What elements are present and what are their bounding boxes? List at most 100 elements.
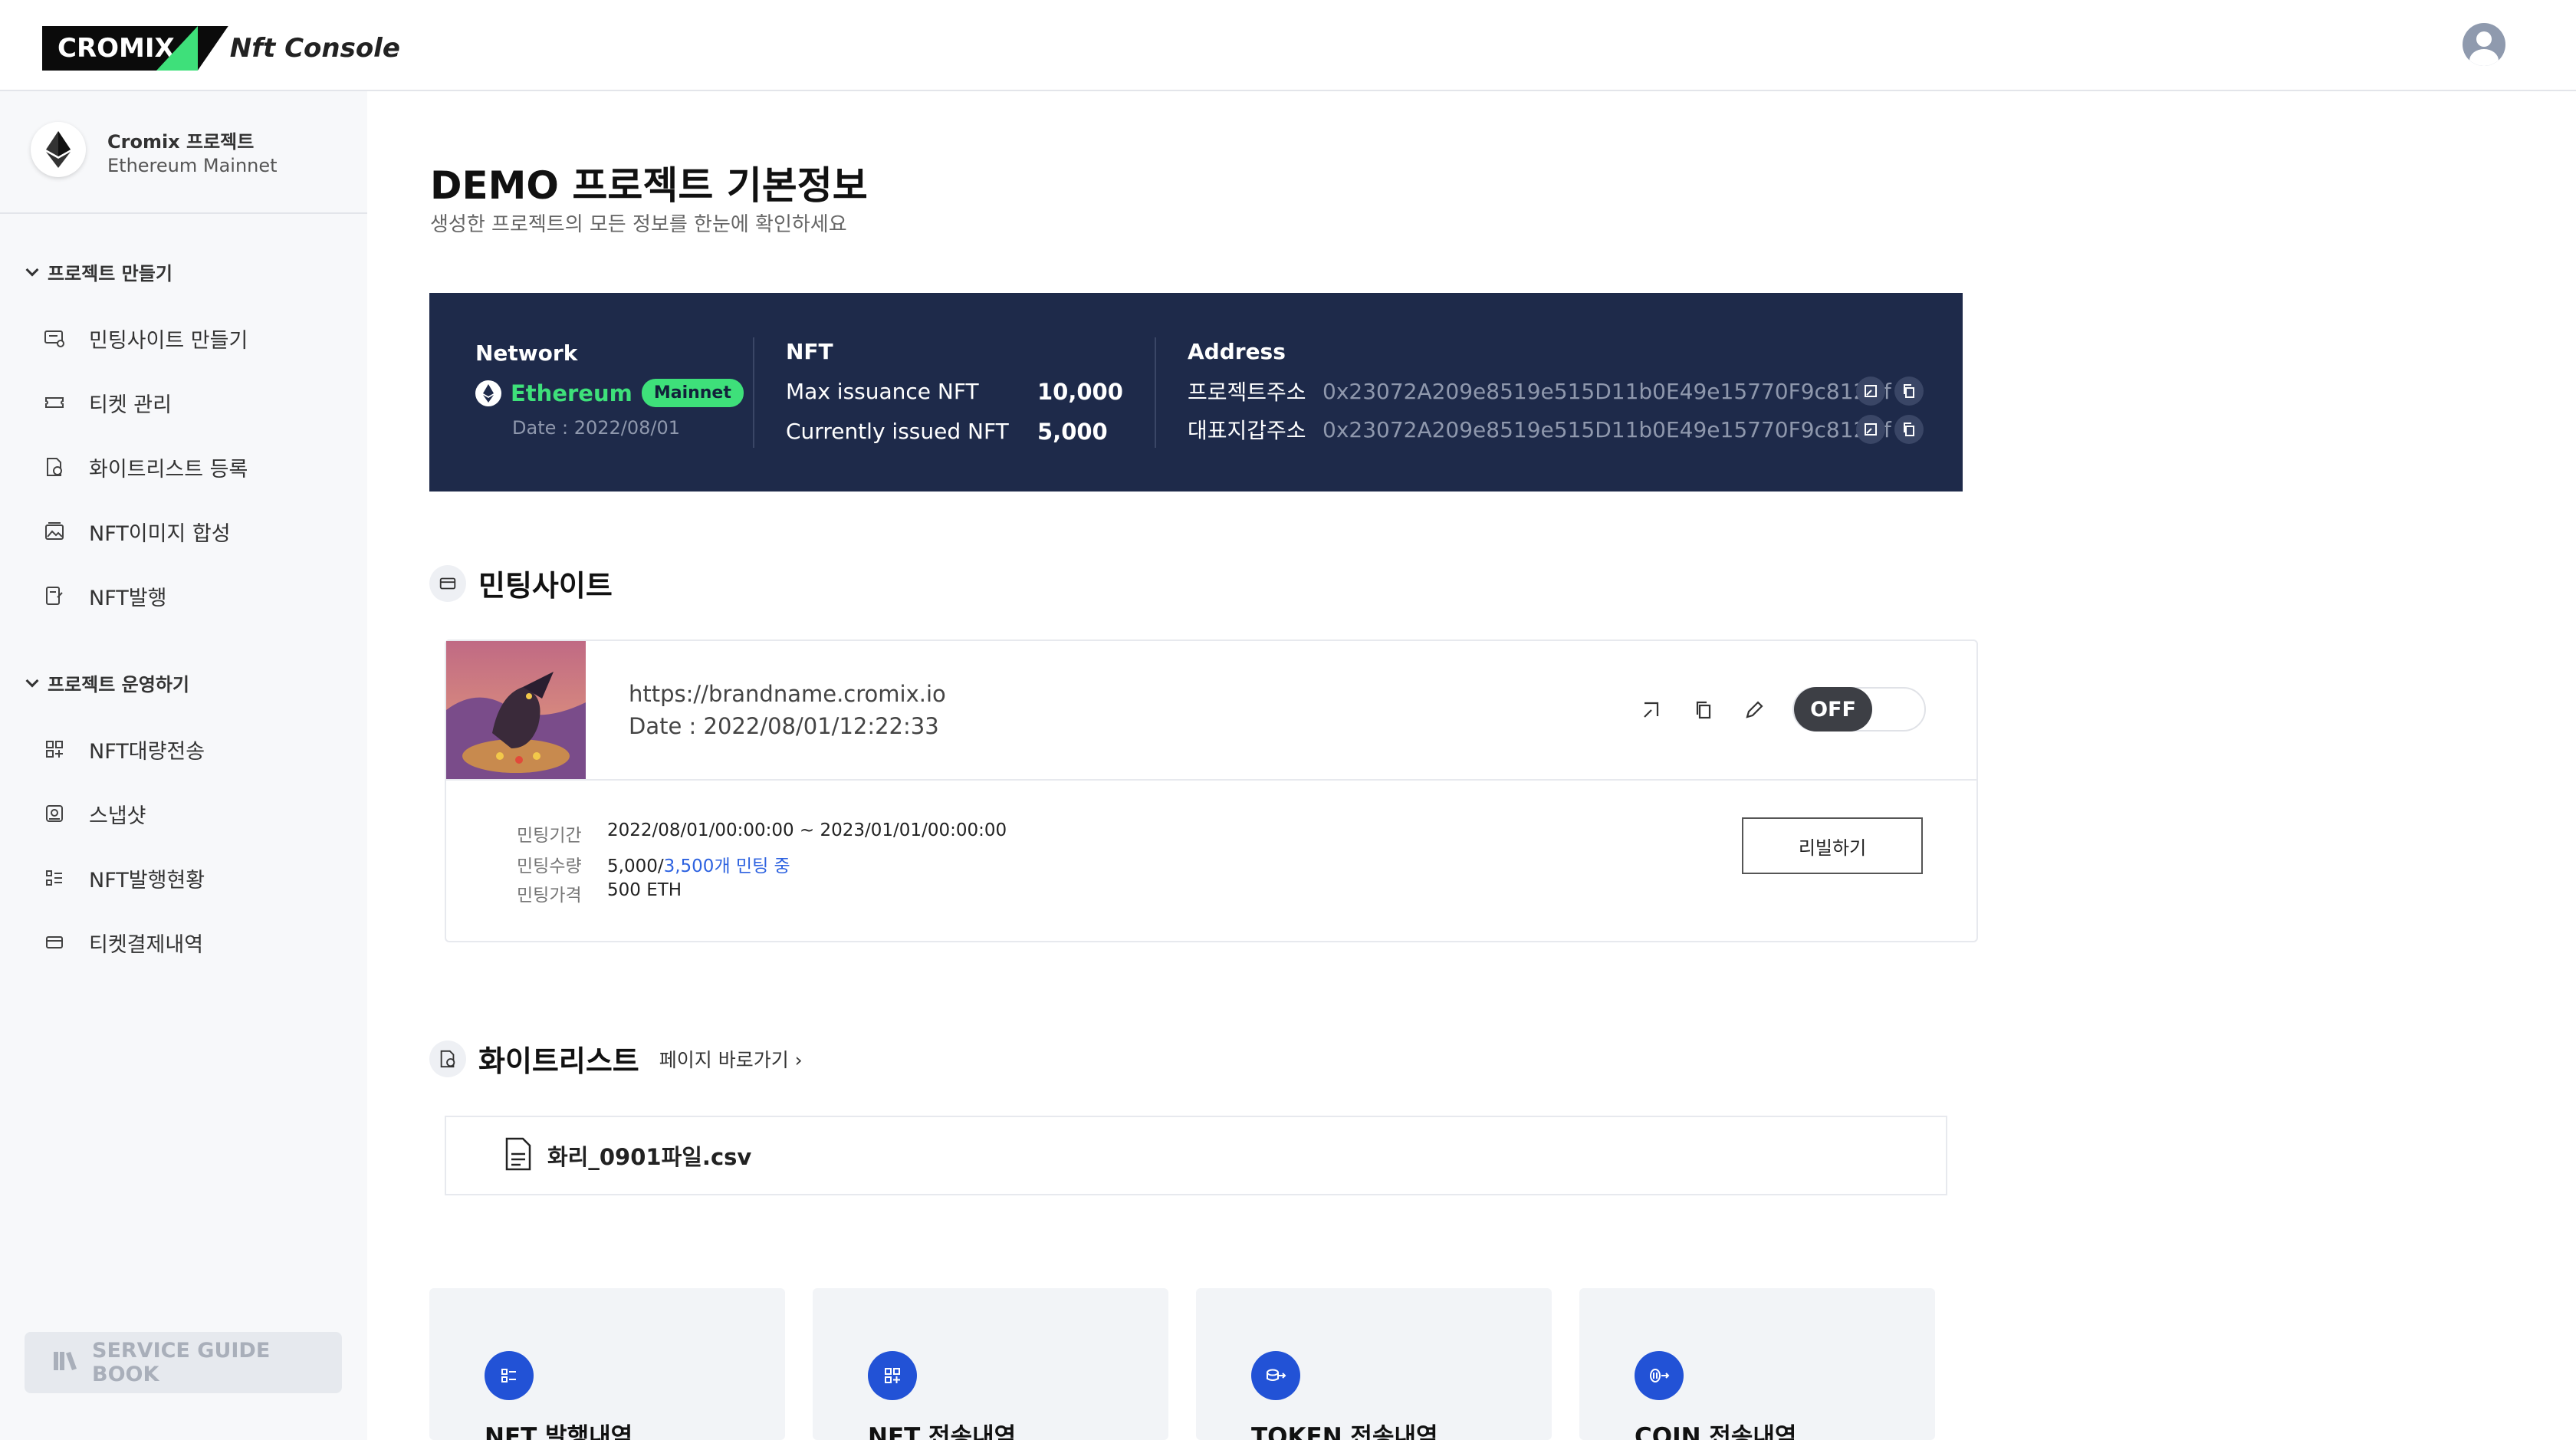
copy-icon xyxy=(1904,422,1914,436)
external-link-icon xyxy=(1865,423,1877,436)
sidebar-item-mint-site[interactable]: 민팅사이트 만들기 xyxy=(43,323,248,353)
whitelist-link-label: 페이지 바로가기 xyxy=(659,1048,789,1071)
app-root: CROMIX Nft Console Cromix 프로젝트 Ethereum … xyxy=(0,0,2576,1440)
tile-coin-transfer-history[interactable]: COIN 전송내역 xyxy=(1579,1288,1935,1440)
mint-price-value: 500 ETH xyxy=(607,880,682,900)
network-date: Date : 2022/08/01 xyxy=(512,417,681,439)
sidebar-item-snapshot[interactable]: 스냅샷 xyxy=(43,798,146,829)
project-selector[interactable]: Cromix 프로젝트 Ethereum Mainnet xyxy=(0,91,367,214)
copy-button[interactable] xyxy=(1894,376,1924,406)
sidebar-item-label: 티켓결제내역 xyxy=(89,932,204,957)
group-label: 프로젝트 만들기 xyxy=(48,263,172,284)
project-info-panel: Network Ethereum Mainnet Date : 2022/08/… xyxy=(429,293,1963,492)
sidebar-item-bulk-transfer[interactable]: NFT대량전송 xyxy=(43,734,205,764)
group-run-project[interactable]: 프로젝트 운영하기 xyxy=(25,669,189,696)
coin-transfer-icon xyxy=(1635,1351,1684,1400)
whitelist-file-name: 화리_0901파일.csv xyxy=(547,1144,752,1170)
max-issuance-value: 10,000 xyxy=(1037,379,1123,405)
whitelist-icon xyxy=(429,1040,466,1077)
sidebar-item-label: NFT대량전송 xyxy=(89,739,205,764)
user-avatar-button[interactable] xyxy=(2463,23,2505,66)
ethereum-logo-icon xyxy=(46,131,71,168)
external-link-icon xyxy=(1865,385,1877,397)
wallet-address-value: 0x23072A209e8519e515D11b0E49e15770F9c812… xyxy=(1322,416,1891,442)
minting-section-header: 민팅사이트 xyxy=(429,562,613,604)
max-issuance-label: Max issuance NFT xyxy=(786,379,979,404)
sidebar-item-label: 민팅사이트 만들기 xyxy=(89,328,248,353)
list-icon xyxy=(485,1351,534,1400)
whitelist-page-link[interactable]: 페이지 바로가기 › xyxy=(659,1045,803,1073)
project-name: Cromix 프로젝트 xyxy=(107,131,255,153)
sidebar-item-label: NFT발행 xyxy=(89,586,167,610)
edit-pencil-icon[interactable] xyxy=(1740,696,1768,724)
nft-thumbnail xyxy=(446,641,586,779)
address-label: Address xyxy=(1188,339,1286,364)
copy-button[interactable] xyxy=(1894,415,1924,444)
tile-label: COIN 전송내역 xyxy=(1635,1423,1797,1440)
ethereum-icon xyxy=(475,380,501,406)
sidebar-item-nft-issue[interactable]: NFT발행 xyxy=(43,580,166,611)
service-guide-label: SERVICE GUIDE BOOK xyxy=(92,1339,271,1386)
divider xyxy=(1155,337,1156,448)
mint-period-label: 민팅기간 xyxy=(517,826,582,846)
mint-period-value: 2022/08/01/00:00:00 ~ 2023/01/01/00:00:0… xyxy=(607,820,1007,840)
sidebar-item-issue-status[interactable]: NFT발행현황 xyxy=(43,863,205,893)
network-badge: Mainnet xyxy=(641,379,744,407)
minting-site-summary: https://brandname.cromix.io Date : 2022/… xyxy=(446,641,1976,781)
whitelist-file[interactable]: 화리_0901파일.csv xyxy=(445,1116,1947,1195)
logo[interactable]: CROMIX Nft Console xyxy=(42,26,400,71)
page-subtitle: 생성한 프로젝트의 모든 정보를 한눈에 확인하세요 xyxy=(430,213,847,236)
bulk-transfer-icon xyxy=(43,738,66,761)
sidebar-item-image-compose[interactable]: NFT이미지 합성 xyxy=(43,516,231,547)
sidebar-item-ticket[interactable]: 티켓 관리 xyxy=(43,387,172,418)
issue-status-icon xyxy=(43,866,66,889)
mint-count-label: 민팅수량 xyxy=(517,856,582,876)
grid-plus-icon xyxy=(868,1351,917,1400)
open-link-button[interactable] xyxy=(1856,415,1885,444)
top-header: CROMIX Nft Console xyxy=(0,0,2576,91)
tile-label: NFT 발행내역 xyxy=(485,1423,633,1440)
sidebar-item-payment[interactable]: 티켓결제내역 xyxy=(43,927,203,958)
image-compose-icon xyxy=(43,520,66,543)
copy-icon[interactable] xyxy=(1690,696,1717,724)
sidebar-item-label: 티켓 관리 xyxy=(89,393,172,417)
mint-count-value: 5,000/3,500개 민팅 중 xyxy=(607,851,790,877)
user-body-shape xyxy=(2469,49,2499,66)
payment-icon xyxy=(429,564,466,602)
chevron-down-icon xyxy=(25,674,39,687)
issued-label: Currently issued NFT xyxy=(786,419,1009,444)
project-address-value: 0x23072A209e8519e515D11b0E49e15770F9c812… xyxy=(1322,378,1891,404)
file-document-icon xyxy=(504,1137,532,1174)
whitelist-section-title: 화이트리스트 xyxy=(478,1044,639,1078)
payment-icon xyxy=(43,931,66,954)
external-link-icon[interactable] xyxy=(1638,696,1665,724)
open-link-button[interactable] xyxy=(1856,376,1885,406)
tile-nft-transfer-history[interactable]: NFT 전송내역 xyxy=(813,1288,1168,1440)
service-guide-button[interactable]: SERVICE GUIDE BOOK xyxy=(25,1332,342,1393)
divider xyxy=(753,337,754,448)
reveal-button[interactable]: 리빌하기 xyxy=(1742,817,1923,874)
mint-count-total: 5,000/ xyxy=(607,856,664,876)
whitelist-section-header: 화이트리스트 페이지 바로가기 › xyxy=(429,1037,803,1080)
issued-value: 5,000 xyxy=(1037,419,1108,445)
tile-nft-issue-history[interactable]: NFT 발행내역 xyxy=(429,1288,785,1440)
sidebar-item-whitelist[interactable]: 화이트리스트 등록 xyxy=(43,452,248,482)
wallet-address-label: 대표지갑주소 xyxy=(1188,418,1306,443)
token-transfer-icon xyxy=(1251,1351,1300,1400)
mint-price-label: 민팅가격 xyxy=(517,886,582,906)
page-title: DEMO 프로젝트 기본정보 xyxy=(430,163,868,208)
tile-token-transfer-history[interactable]: TOKEN 전송내역 xyxy=(1196,1288,1552,1440)
mint-count-progress: 3,500개 민팅 중 xyxy=(663,856,790,876)
minting-site-url[interactable]: https://brandname.cromix.io xyxy=(629,681,946,707)
minting-site-toggle[interactable]: OFF xyxy=(1792,687,1926,732)
sidebar-item-label: 스냅샷 xyxy=(89,804,146,828)
user-circle-icon xyxy=(2476,31,2492,47)
ticket-icon xyxy=(43,391,66,414)
network-name: Ethereum xyxy=(511,380,632,406)
whitelist-icon xyxy=(43,455,66,478)
group-create-project[interactable]: 프로젝트 만들기 xyxy=(25,258,172,285)
nft-issue-icon xyxy=(43,584,66,607)
sidebar-item-label: NFT발행현황 xyxy=(89,868,205,893)
logo-accent xyxy=(156,26,198,71)
toggle-state: OFF xyxy=(1794,687,1872,732)
